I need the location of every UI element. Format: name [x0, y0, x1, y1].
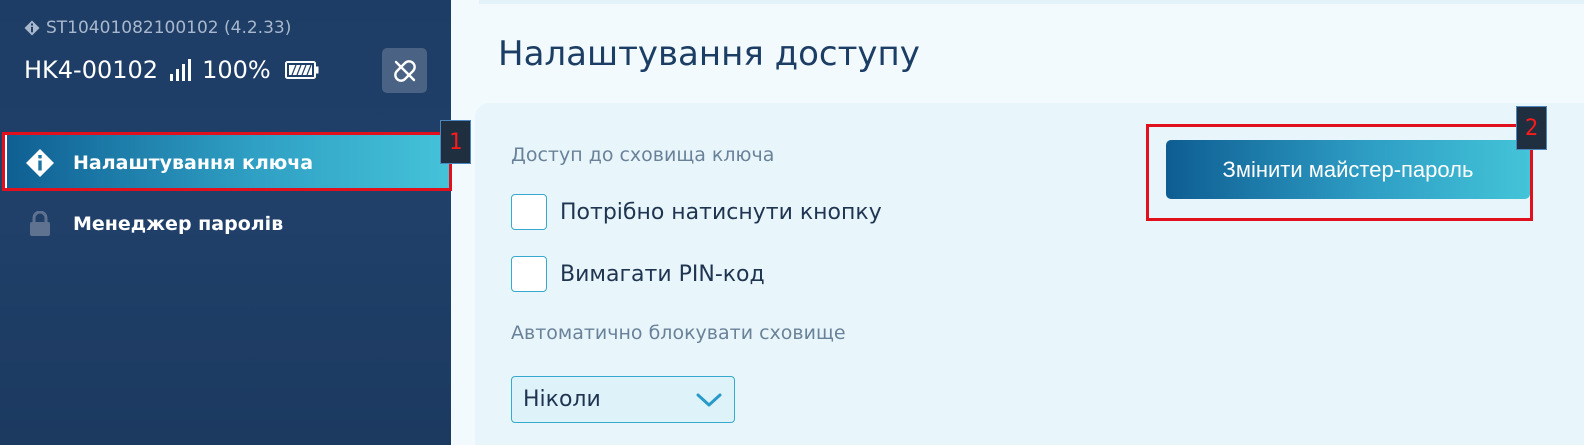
- sidebar-item-password-manager[interactable]: Менеджер паролів: [3, 195, 451, 252]
- lock-icon: [25, 209, 55, 239]
- autolock-select[interactable]: Ніколи: [511, 376, 735, 423]
- autolock-value: Ніколи: [523, 387, 601, 412]
- page-title: Налаштування доступу: [498, 34, 920, 74]
- storage-access-label: Доступ до сховища ключа: [511, 144, 775, 166]
- checkbox-label: Вимагати PIN-код: [560, 261, 765, 287]
- battery-percent: 100%: [202, 56, 271, 84]
- app-window: ST10401082100102 (4.2.33) HK4-00102 100%: [0, 0, 1584, 445]
- disconnect-button[interactable]: [382, 48, 427, 93]
- require-button-press-checkbox[interactable]: [511, 194, 547, 230]
- require-pin-option[interactable]: Вимагати PIN-код: [511, 256, 765, 292]
- change-master-password-button[interactable]: Змінити майстер-пароль: [1166, 140, 1530, 199]
- require-pin-checkbox[interactable]: [511, 256, 547, 292]
- device-name: HK4-00102: [24, 56, 159, 84]
- device-serial-row: ST10401082100102 (4.2.33): [24, 18, 291, 38]
- checkbox-label: Потрібно натиснути кнопку: [560, 199, 882, 225]
- sidebar: ST10401082100102 (4.2.33) HK4-00102 100%: [0, 0, 451, 445]
- device-status-row: HK4-00102 100%: [24, 56, 319, 84]
- sidebar-item-label: Налаштування ключа: [73, 151, 314, 174]
- sidebar-item-key-settings[interactable]: Налаштування ключа: [3, 134, 451, 191]
- battery-icon: [284, 61, 319, 79]
- device-serial: ST10401082100102 (4.2.33): [46, 18, 292, 38]
- top-divider: [479, 0, 1584, 4]
- diamond-info-icon: [24, 20, 40, 36]
- unlink-icon: [393, 59, 416, 82]
- annotation-tag-1: 1: [440, 120, 471, 164]
- signal-strength-icon: [170, 59, 192, 81]
- chevron-down-icon: [696, 393, 722, 406]
- diamond-info-icon: [25, 148, 55, 178]
- autolock-label: Автоматично блокувати сховище: [511, 322, 846, 344]
- annotation-tag-2: 2: [1516, 106, 1547, 150]
- sidebar-item-label: Менеджер паролів: [73, 212, 284, 235]
- require-button-press-option[interactable]: Потрібно натиснути кнопку: [511, 194, 882, 230]
- main-panel: Налаштування доступу Доступ до сховища к…: [451, 0, 1584, 445]
